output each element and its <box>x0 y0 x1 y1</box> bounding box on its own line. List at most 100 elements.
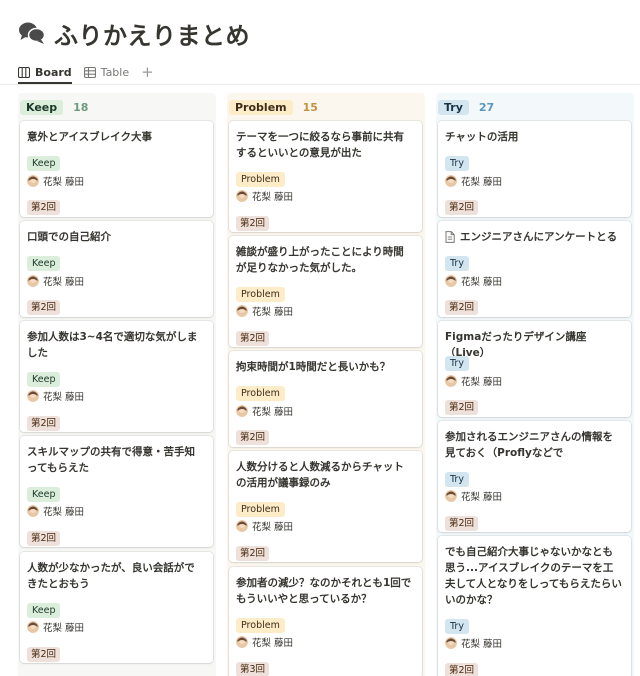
person: 花梨 藤田 <box>27 388 84 404</box>
column-header-keep: Keep 18 <box>18 93 216 121</box>
tab-table-label: Table <box>100 65 130 79</box>
card[interactable]: 人数分けると人数減るからチャットの活用が議事録のみ Problem 花梨 藤田 … <box>229 451 422 562</box>
column-keep: Keep 18 意外とアイスブレイク大事 Keep 花梨 藤田 第2回 口頭での… <box>18 93 216 676</box>
card[interactable]: スキルマップの共有で得意・苦手知ってもらえた Keep 花梨 藤田 第2回 <box>20 436 213 547</box>
card[interactable]: 参加されるエンジニアさんの情報を見ておく（Proflyなどで Try 花梨 藤田… <box>438 421 631 532</box>
group-label-problem[interactable]: Problem <box>229 99 293 115</box>
page-title: ふりかえりまとめ <box>54 21 250 50</box>
tag-keep: Keep <box>27 603 61 618</box>
avatar <box>445 375 457 387</box>
person-name: 花梨 藤田 <box>252 307 294 318</box>
card-title: 拘束時間が1時間だと長いかも？ <box>236 361 391 373</box>
avatar <box>27 275 39 287</box>
tag-problem: Problem <box>236 502 285 517</box>
group-count-try: 27 <box>478 100 495 114</box>
document-icon <box>445 231 455 243</box>
person-name: 花梨 藤田 <box>252 522 294 533</box>
card[interactable]: 口頭での自己紹介 Keep 花梨 藤田 第2回 <box>20 221 213 317</box>
group-label-keep[interactable]: Keep <box>20 99 64 115</box>
group-count-problem: 15 <box>302 100 318 114</box>
person: 花梨 藤田 <box>445 173 502 189</box>
card[interactable]: 参加人数は3~4名で適切な気がしました Keep 花梨 藤田 第2回 <box>20 321 213 432</box>
tag-try: Try <box>445 472 469 487</box>
card[interactable]: 拘束時間が1時間だと長いかも？ Problem 花梨 藤田 第2回 <box>229 351 422 447</box>
person: 花梨 藤田 <box>27 619 84 635</box>
person: 花梨 藤田 <box>445 273 502 289</box>
tag-try: Try <box>445 619 469 634</box>
card-title: でも自己紹介大事じゃないかなとも思う...アイスブレイクのテーマを工夫して人とな… <box>445 546 622 606</box>
header-divider <box>0 84 640 85</box>
person: 花梨 藤田 <box>236 634 293 650</box>
round-badge: 第2回 <box>27 531 61 546</box>
person-name: 花梨 藤田 <box>461 377 503 388</box>
person-name: 花梨 藤田 <box>252 192 294 203</box>
tag-problem: Problem <box>236 172 285 187</box>
tag-problem: Problem <box>236 618 285 633</box>
round-badge: 第2回 <box>445 300 479 315</box>
card[interactable]: 人数が少なかったが、良い会話ができたとおもう Keep 花梨 藤田 第2回 <box>20 552 213 663</box>
tag-problem: Problem <box>236 287 285 302</box>
avatar <box>445 637 457 649</box>
card[interactable]: Figmaだったりデザイン講座（Live） Try 花梨 藤田 第2回 <box>438 321 631 417</box>
person-name: 花梨 藤田 <box>43 623 85 634</box>
avatar <box>27 390 39 402</box>
person-name: 花梨 藤田 <box>43 177 85 188</box>
card-title: 意外とアイスブレイク大事 <box>27 131 152 143</box>
tag-keep: Keep <box>27 156 61 171</box>
avatar <box>236 305 248 317</box>
person: 花梨 藤田 <box>27 273 84 289</box>
tag-problem: Problem <box>236 386 285 401</box>
card[interactable]: チャットの活用 Try 花梨 藤田 第2回 <box>438 121 631 217</box>
card[interactable]: 参加者の減少？なのかそれとも1回でもういいやと思っているか？ Problem 花… <box>229 567 422 676</box>
card-title: 雑談が盛り上がったことにより時間が足りなかった気がした。 <box>236 246 404 274</box>
card-title: 人数が少なかったが、良い会話ができたとおもう <box>27 562 195 590</box>
tag-try: Try <box>445 156 469 171</box>
tag-try: Try <box>445 356 469 371</box>
person: 花梨 藤田 <box>236 403 293 419</box>
avatar <box>236 636 248 648</box>
group-label-try[interactable]: Try <box>438 99 469 115</box>
round-badge: 第2回 <box>236 430 270 445</box>
round-badge: 第2回 <box>445 200 479 215</box>
avatar <box>445 275 457 287</box>
card[interactable]: エンジニアさんにアンケートとる Try 花梨 藤田 第2回 <box>438 221 631 317</box>
round-badge: 第2回 <box>445 516 479 531</box>
add-view-button[interactable]: + <box>141 64 154 80</box>
round-badge: 第2回 <box>27 647 61 662</box>
person: 花梨 藤田 <box>236 518 293 534</box>
person: 花梨 藤田 <box>445 488 502 504</box>
tag-keep: Keep <box>27 372 61 387</box>
table-icon <box>83 66 96 78</box>
avatar <box>27 621 39 633</box>
round-badge: 第2回 <box>236 216 270 231</box>
card-title: 参加人数は3~4名で適切な気がしました <box>27 331 198 359</box>
tab-board-label: Board <box>35 65 72 79</box>
card-title: チャットの活用 <box>445 131 519 143</box>
person-name: 花梨 藤田 <box>461 492 503 503</box>
tab-board[interactable]: Board <box>18 61 72 83</box>
avatar <box>236 190 248 202</box>
tag-try: Try <box>445 256 469 271</box>
avatar <box>445 490 457 502</box>
person: 花梨 藤田 <box>27 503 84 519</box>
card-title: テーマを一つに絞るなら事前に共有するといいとの意見が出た <box>236 131 404 159</box>
speech-bubbles-icon <box>19 22 46 44</box>
card[interactable]: テーマを一つに絞るなら事前に共有するといいとの意見が出た Problem 花梨 … <box>229 121 422 232</box>
card[interactable]: 雑談が盛り上がったことにより時間が足りなかった気がした。 Problem 花梨 … <box>229 236 422 347</box>
card-title: 人数分けると人数減るからチャットの活用が議事録のみ <box>236 461 404 489</box>
kanban-board: Keep 18 意外とアイスブレイク大事 Keep 花梨 藤田 第2回 口頭での… <box>18 93 640 676</box>
person: 花梨 藤田 <box>445 373 502 389</box>
avatar <box>236 520 248 532</box>
card[interactable]: 意外とアイスブレイク大事 Keep 花梨 藤田 第2回 <box>20 121 213 217</box>
avatar <box>27 505 39 517</box>
card[interactable]: でも自己紹介大事じゃないかなとも思う...アイスブレイクのテーマを工夫して人とな… <box>438 536 631 676</box>
round-badge: 第2回 <box>236 546 270 561</box>
group-count-keep: 18 <box>73 100 89 114</box>
column-problem: Problem 15 テーマを一つに絞るなら事前に共有するといいとの意見が出た … <box>227 93 425 676</box>
person: 花梨 藤田 <box>236 303 293 319</box>
person: 花梨 藤田 <box>236 188 293 204</box>
column-try: Try 27 チャットの活用 Try 花梨 藤田 第2回 エンジニアさんにアンケ… <box>436 93 634 676</box>
tab-table[interactable]: Table <box>83 61 130 83</box>
person-name: 花梨 藤田 <box>252 407 294 418</box>
tag-keep: Keep <box>27 487 61 502</box>
